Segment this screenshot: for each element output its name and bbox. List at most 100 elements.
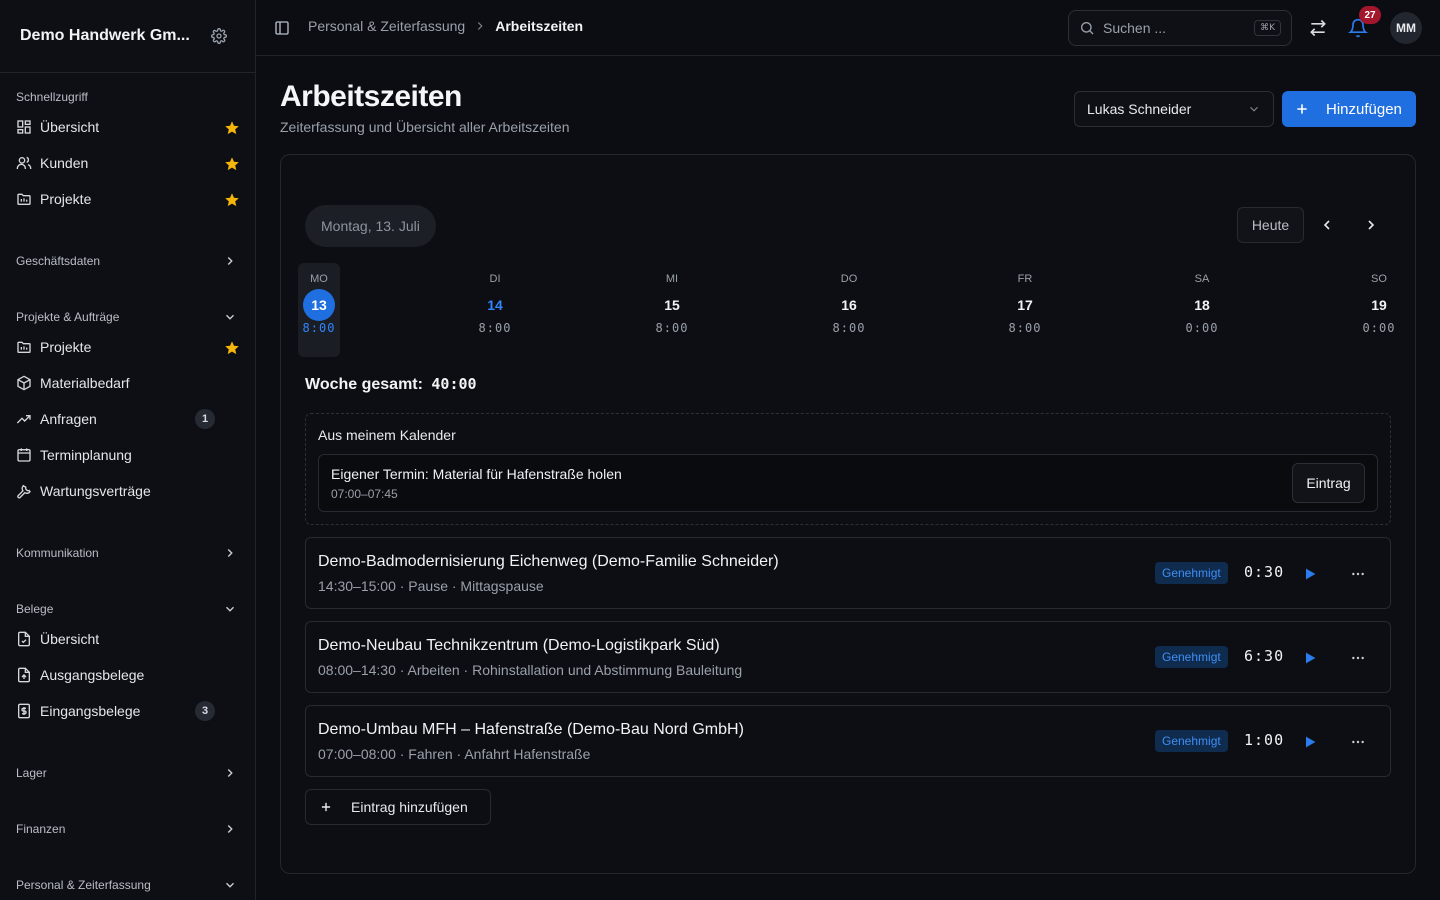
add-entry-button[interactable]: Eintrag hinzufügen [305,789,491,825]
entry-title: Demo-Umbau MFH – Hafenstraße (Demo-Bau N… [318,721,744,738]
sidebar-item-label: Materialbedarf [40,375,130,391]
swap-arrows-icon[interactable] [1308,18,1328,38]
chevron-down-icon [226,314,234,320]
chevron-right-icon [227,825,233,833]
day-number: 14 [487,297,503,313]
entry-duration: 6:30 [1244,647,1285,665]
day-number: 18 [1194,297,1210,313]
star-icon[interactable] [224,156,240,172]
day-wednesday[interactable]: MI 15 8:00 [651,263,693,357]
day-number: 13 [303,289,335,321]
day-hours: 8:00 [302,321,336,335]
entry-title: Demo-Badmodernisierung Eichenweg (Demo-F… [318,553,779,570]
folder-icon [17,341,31,353]
day-hours: 8:00 [832,321,866,335]
day-thursday[interactable]: DO 16 8:00 [828,263,870,357]
chevron-left-icon[interactable] [1319,217,1335,233]
section-kommunikation[interactable]: Kommunikation [0,541,255,565]
gear-icon[interactable] [211,28,227,44]
notification-badge: 27 [1359,6,1381,24]
day-friday[interactable]: FR 17 8:00 [1004,263,1046,357]
chevron-down-icon [226,882,234,888]
search-input[interactable]: Suchen ... ⌘K [1068,10,1292,46]
star-icon[interactable] [224,340,240,356]
sidebar-item-wartungsvertraege[interactable]: Wartungsverträge [0,473,255,509]
sidebar-toggle-icon[interactable] [274,20,290,36]
entry-details: 08:00–14:30 · Arbeiten · Rohinstallation… [318,662,743,678]
sidebar-item-eingangsbelege[interactable]: Eingangsbelege 3 [0,693,255,729]
day-number: 17 [1017,297,1033,313]
day-tuesday[interactable]: DI 14 8:00 [474,263,516,357]
package-icon [17,375,31,391]
time-tracking-card: Montag, 13. Juli Heute MO 13 8:00 DI 14 … [280,154,1416,874]
sidebar-item-projekte[interactable]: Projekte [0,329,255,365]
section-projekte-auftraege[interactable]: Projekte & Aufträge [0,305,255,329]
sidebar-item-belege-uebersicht[interactable]: Übersicht [0,621,255,657]
create-entry-button[interactable]: Eintrag [1292,463,1365,503]
sidebar-item-kunden[interactable]: Kunden [0,145,255,181]
star-icon[interactable] [224,120,240,136]
day-sunday[interactable]: SO 19 0:00 [1358,263,1400,357]
more-horizontal-icon[interactable] [1350,734,1366,750]
day-hours: 8:00 [655,321,689,335]
folder-icon [17,193,31,205]
day-monday[interactable]: MO 13 8:00 [298,263,340,357]
document-icon [18,631,30,647]
topbar: Personal & Zeiterfassung Arbeitszeiten S… [256,0,1440,56]
date-display[interactable]: Montag, 13. Juli [305,205,436,247]
time-entry-row[interactable]: Demo-Umbau MFH – Hafenstraße (Demo-Bau N… [305,705,1391,777]
entry-details: 07:00–08:00 · Fahren · Anfahrt Hafenstra… [318,746,591,762]
day-number: 19 [1371,297,1387,313]
chevron-right-icon [478,22,483,30]
sidebar-item-terminplanung[interactable]: Terminplanung [0,437,255,473]
my-calendar-box: Aus meinem Kalender Eigener Termin: Mate… [305,413,1391,525]
sidebar-item-uebersicht[interactable]: Übersicht [0,109,255,145]
add-button[interactable]: Hinzufügen [1282,91,1416,127]
chevron-down-icon [1250,106,1258,112]
play-icon[interactable] [1302,734,1318,750]
section-geschaeftsdaten[interactable]: Geschäftsdaten [0,249,255,273]
section-finanzen[interactable]: Finanzen [0,817,255,841]
sidebar-item-ausgangsbelege[interactable]: Ausgangsbelege [0,657,255,693]
page-subtitle: Zeiterfassung und Übersicht aller Arbeit… [280,119,570,135]
trending-up-icon [16,415,31,424]
sidebar-item-materialbedarf[interactable]: Materialbedarf [0,365,255,401]
section-title: Schnellzugriff [16,90,88,104]
today-button[interactable]: Heute [1237,207,1304,243]
count-badge: 1 [195,409,215,429]
entry-title: Demo-Neubau Technikzentrum (Demo-Logisti… [318,637,720,654]
document-outgoing-icon [18,667,30,683]
play-icon[interactable] [1302,650,1318,666]
section-lager[interactable]: Lager [0,761,255,785]
sidebar-item-label: Terminplanung [40,447,132,463]
play-icon[interactable] [1302,566,1318,582]
section-belege[interactable]: Belege [0,597,255,621]
day-saturday[interactable]: SA 18 0:00 [1181,263,1223,357]
section-title: Personal & Zeiterfassung [16,878,151,892]
breadcrumb-parent[interactable]: Personal & Zeiterfassung [308,18,465,34]
week-total-value: 40:00 [431,375,477,393]
day-name: FR [1017,273,1033,285]
chevron-right-icon [227,257,233,265]
sidebar-item-label: Wartungsverträge [40,483,151,499]
avatar[interactable]: MM [1390,12,1422,44]
day-name: SO [1371,273,1387,285]
sidebar-item-label: Projekte [40,339,92,355]
star-icon[interactable] [224,192,240,208]
time-entry-row[interactable]: Demo-Neubau Technikzentrum (Demo-Logisti… [305,621,1391,693]
search-placeholder: Suchen ... [1103,20,1167,36]
time-entry-row[interactable]: Demo-Badmodernisierung Eichenweg (Demo-F… [305,537,1391,609]
sidebar-item-anfragen[interactable]: Anfragen 1 [0,401,255,437]
entry-details: 14:30–15:00 · Pause · Mittagspause [318,578,544,594]
section-personal-zeiterfassung[interactable]: Personal & Zeiterfassung [0,873,255,897]
section-schnellzugriff: Schnellzugriff [0,85,255,109]
sidebar-item-projekte-quick[interactable]: Projekte [0,181,255,217]
section-title: Kommunikation [16,546,99,560]
employee-select[interactable]: Lukas Schneider [1074,91,1274,127]
more-horizontal-icon[interactable] [1350,566,1366,582]
chevron-right-icon[interactable] [1363,217,1379,233]
users-icon [16,156,32,169]
sidebar-item-label: Übersicht [40,119,100,135]
more-horizontal-icon[interactable] [1350,650,1366,666]
company-name[interactable]: Demo Handwerk Gm... [20,27,190,45]
